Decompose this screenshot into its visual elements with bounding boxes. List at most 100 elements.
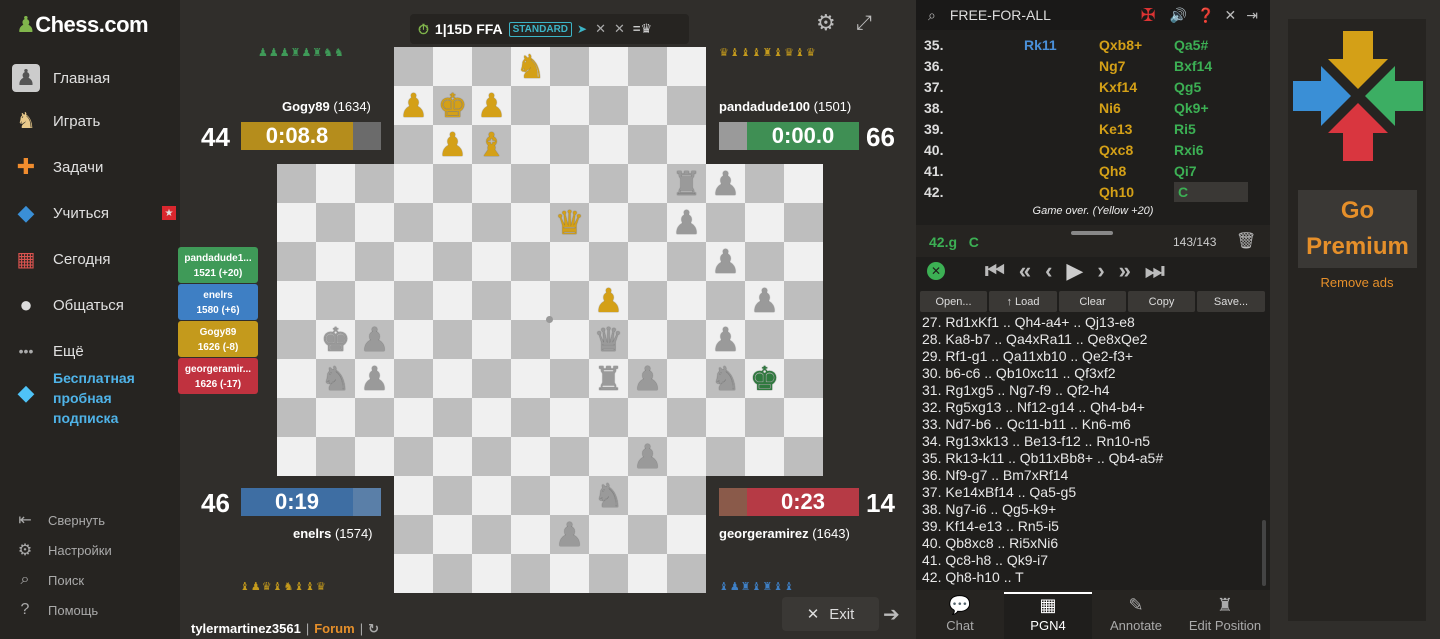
sidebar-item-play[interactable]: ♞ Играть (12, 101, 100, 141)
grey-knight-piece[interactable]: ♞ (316, 359, 355, 398)
board-square[interactable] (667, 476, 706, 515)
board-square[interactable] (550, 164, 589, 203)
move-row[interactable]: 35. Rk11 Qxb8+ Qa5# (916, 35, 1270, 56)
close-icon[interactable]: ✕ (1225, 7, 1237, 24)
move-row[interactable]: 40. Qxc8 Rxi6 (916, 140, 1270, 161)
board-square[interactable] (550, 476, 589, 515)
grey-rook-piece[interactable]: ♜ (667, 164, 706, 203)
board-square[interactable] (511, 125, 550, 164)
board-square[interactable] (667, 437, 706, 476)
board-square[interactable] (511, 476, 550, 515)
sound-icon[interactable]: 🔊 (1170, 7, 1187, 24)
board-square[interactable] (706, 398, 745, 437)
green-king-piece[interactable]: ♚ (745, 359, 784, 398)
clear-button[interactable]: Clear (1059, 291, 1126, 312)
board-square[interactable] (706, 203, 745, 242)
board-square[interactable] (550, 125, 589, 164)
board-square[interactable] (511, 281, 550, 320)
board-square[interactable] (433, 320, 472, 359)
board-square[interactable] (550, 86, 589, 125)
play-icon[interactable]: ▶ (1066, 258, 1083, 284)
board-square[interactable] (511, 242, 550, 281)
yellow-move[interactable]: Qh10 (1099, 184, 1134, 200)
grey-rook-piece[interactable]: ♜ (589, 359, 628, 398)
board-square[interactable] (433, 476, 472, 515)
grey-pawn-piece[interactable]: ♟ (706, 164, 745, 203)
sidebar-item-home[interactable]: ♟ Главная (12, 58, 110, 98)
board-square[interactable] (589, 242, 628, 281)
board-square[interactable] (355, 242, 394, 281)
forward-5-icon[interactable]: » (1119, 258, 1131, 284)
board-square[interactable] (784, 203, 823, 242)
grey-knight-piece[interactable]: ♞ (706, 359, 745, 398)
board-square[interactable] (433, 47, 472, 86)
sidebar-item-social[interactable]: ● Общаться (12, 285, 124, 325)
sidebar-item-puzzles[interactable]: ✚ Задачи (12, 147, 104, 187)
board-square[interactable] (277, 437, 316, 476)
yellow-pawn-piece[interactable]: ♟ (433, 125, 472, 164)
trash-icon[interactable]: 🗑 (1236, 231, 1256, 251)
board-square[interactable] (628, 554, 667, 593)
board-square[interactable] (394, 242, 433, 281)
exit-button[interactable]: ✕ Exit (782, 597, 879, 631)
blue-move[interactable]: Rk11 (1024, 37, 1057, 53)
board-square[interactable] (355, 164, 394, 203)
close-analysis-icon[interactable]: ✕ (927, 262, 945, 280)
grey-pawn-piece[interactable]: ♟ (667, 203, 706, 242)
yellow-pawn-piece[interactable]: ♟ (472, 86, 511, 125)
board-square[interactable] (628, 515, 667, 554)
yellow-move[interactable]: Qh8 (1099, 163, 1126, 179)
board-square[interactable] (472, 515, 511, 554)
yellow-queen-piece[interactable]: ♛ (550, 203, 589, 242)
yellow-move[interactable]: Kxf14 (1099, 79, 1137, 95)
yellow-knight-piece[interactable]: ♞ (511, 47, 550, 86)
board-square[interactable] (472, 164, 511, 203)
sidebar-settings[interactable]: ⚙ Настройки (14, 539, 112, 561)
board-square[interactable] (784, 242, 823, 281)
load-button[interactable]: ↑ Load (989, 291, 1057, 312)
board-square[interactable] (745, 320, 784, 359)
board-square[interactable] (745, 437, 784, 476)
board-square[interactable] (394, 47, 433, 86)
yellow-move[interactable]: Ni6 (1099, 100, 1121, 116)
board-square[interactable] (784, 359, 823, 398)
grey-knight-piece[interactable]: ♞ (589, 476, 628, 515)
board-square[interactable] (433, 359, 472, 398)
board-square[interactable] (316, 242, 355, 281)
board-square[interactable] (433, 398, 472, 437)
board-square[interactable] (472, 242, 511, 281)
free-trial-link[interactable]: ◆ Бесплатная пробная подписка (12, 368, 172, 428)
board-square[interactable] (277, 203, 316, 242)
board-square[interactable] (433, 164, 472, 203)
first-move-icon[interactable]: ⏮ (985, 258, 1005, 284)
board-square[interactable] (511, 515, 550, 554)
board-square[interactable] (433, 281, 472, 320)
collapse-icon[interactable]: ⇥ (1246, 7, 1258, 24)
prev-move-icon[interactable]: ‹ (1045, 258, 1052, 284)
board-square[interactable] (433, 242, 472, 281)
board-square[interactable] (316, 437, 355, 476)
board-square[interactable] (277, 359, 316, 398)
board-square[interactable] (550, 320, 589, 359)
grey-pawn-piece[interactable]: ♟ (628, 437, 667, 476)
grey-pawn-piece[interactable]: ♟ (355, 359, 394, 398)
grey-pawn-piece[interactable]: ♟ (628, 359, 667, 398)
board-square[interactable] (472, 47, 511, 86)
board-square[interactable] (511, 320, 550, 359)
chess-logo[interactable]: ♟Chess.com (16, 12, 149, 38)
collapse-panel-icon[interactable]: ➔ (883, 602, 900, 627)
board-square[interactable] (628, 320, 667, 359)
board-square[interactable] (394, 398, 433, 437)
yellow-move[interactable]: Qxc8 (1099, 142, 1133, 158)
board-square[interactable] (745, 203, 784, 242)
grey-pawn-piece[interactable]: ♟ (550, 515, 589, 554)
tab-pgn4[interactable]: ▦ PGN4 (1004, 592, 1092, 639)
green-move[interactable]: C (1174, 182, 1248, 202)
board-square[interactable] (550, 47, 589, 86)
move-row[interactable]: 37. Kxf14 Qg5 (916, 77, 1270, 98)
board-square[interactable] (394, 203, 433, 242)
scrollbar[interactable] (1262, 520, 1266, 586)
go-premium-button[interactable]: Go Premium (1298, 190, 1417, 268)
board-square[interactable] (277, 242, 316, 281)
move-row[interactable]: 38. Ni6 Qk9+ (916, 98, 1270, 119)
